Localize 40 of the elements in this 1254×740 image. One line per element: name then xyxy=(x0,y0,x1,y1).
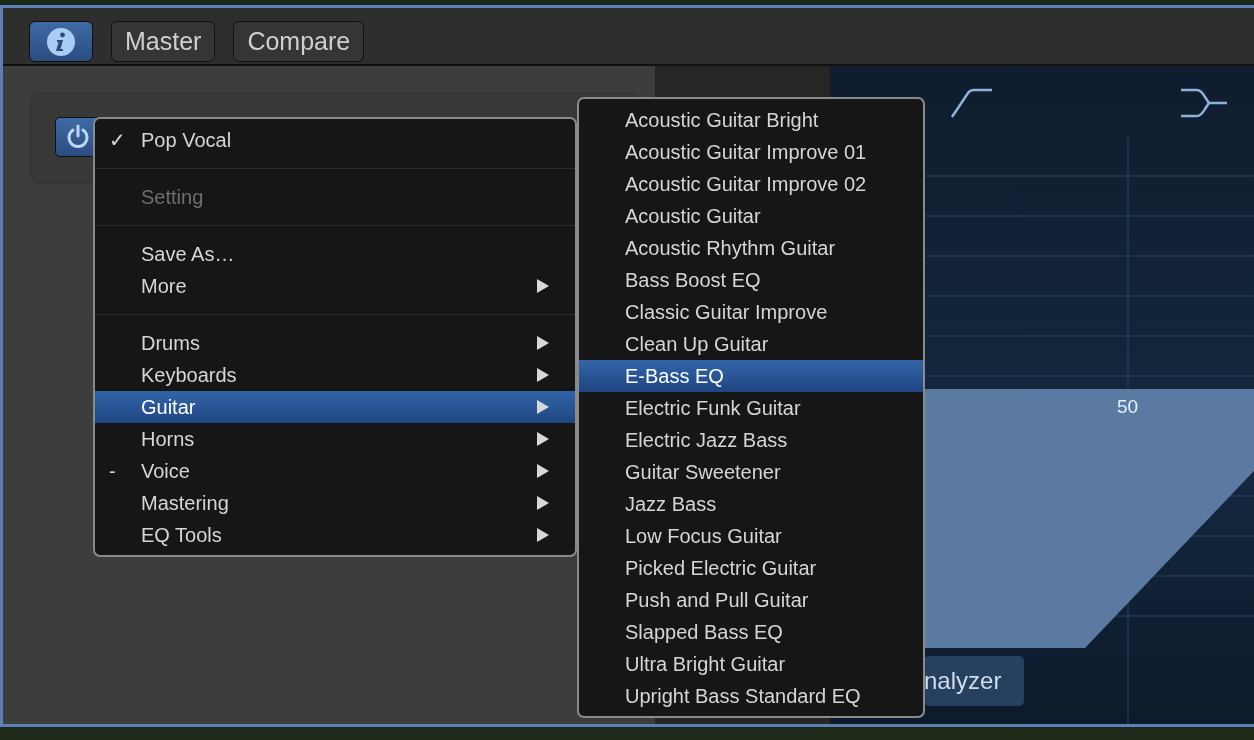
menu-item[interactable]: EQ Tools xyxy=(95,519,575,551)
info-button[interactable] xyxy=(29,21,93,62)
menu-item[interactable]: More xyxy=(95,270,575,302)
menu-item[interactable]: Horns xyxy=(95,423,575,455)
high-pass-icon[interactable] xyxy=(950,87,994,119)
menu-item[interactable]: - Voice xyxy=(95,455,575,487)
info-icon xyxy=(46,26,76,57)
toolbar-button[interactable]: Compare xyxy=(233,21,365,62)
menu-item[interactable]: Guitar Sweetener xyxy=(579,456,923,488)
menu-item[interactable]: E-Bass EQ xyxy=(579,360,923,392)
menu-item[interactable]: Electric Funk Guitar xyxy=(579,392,923,424)
menu-item[interactable]: Ultra Bright Guitar xyxy=(579,648,923,680)
menu-item[interactable]: Keyboards xyxy=(95,359,575,391)
split-icon[interactable] xyxy=(1179,87,1229,119)
menu-item[interactable]: Picked Electric Guitar xyxy=(579,552,923,584)
menu-item[interactable]: ✓ Pop Vocal xyxy=(95,124,575,156)
menu-item[interactable]: Drums xyxy=(95,327,575,359)
menu-item[interactable]: Low Focus Guitar xyxy=(579,520,923,552)
menu-item[interactable]: Acoustic Guitar Improve 01 xyxy=(579,136,923,168)
menu-item[interactable]: Clean Up Guitar xyxy=(579,328,923,360)
menu-item[interactable]: Bass Boost EQ xyxy=(579,264,923,296)
menu-item[interactable]: Save As… xyxy=(95,238,575,270)
menu-item[interactable]: Acoustic Rhythm Guitar xyxy=(579,232,923,264)
menu-item[interactable]: Slapped Bass EQ xyxy=(579,616,923,648)
menu-item[interactable]: Acoustic Guitar Bright xyxy=(579,104,923,136)
menu-item[interactable]: Jazz Bass xyxy=(579,488,923,520)
analyzer-button[interactable]: nalyzer xyxy=(924,656,1024,706)
menu-item[interactable]: Acoustic Guitar Improve 02 xyxy=(579,168,923,200)
menu-item[interactable]: Guitar xyxy=(95,391,575,423)
menu-item[interactable]: Push and Pull Guitar xyxy=(579,584,923,616)
frequency-label: 50 xyxy=(1117,396,1139,418)
menu-item[interactable]: Upright Bass Standard EQ xyxy=(579,680,923,712)
menu-item-mark: ✓ xyxy=(109,128,126,153)
menu-item[interactable]: Mastering xyxy=(95,487,575,519)
menu-item[interactable]: Electric Jazz Bass xyxy=(579,424,923,456)
menu-item[interactable]: Acoustic Guitar xyxy=(579,200,923,232)
menu-item[interactable]: Classic Guitar Improve xyxy=(579,296,923,328)
power-icon xyxy=(65,124,91,150)
menu-item-mark: - xyxy=(109,459,116,484)
toolbar-button[interactable]: Master xyxy=(111,21,216,62)
